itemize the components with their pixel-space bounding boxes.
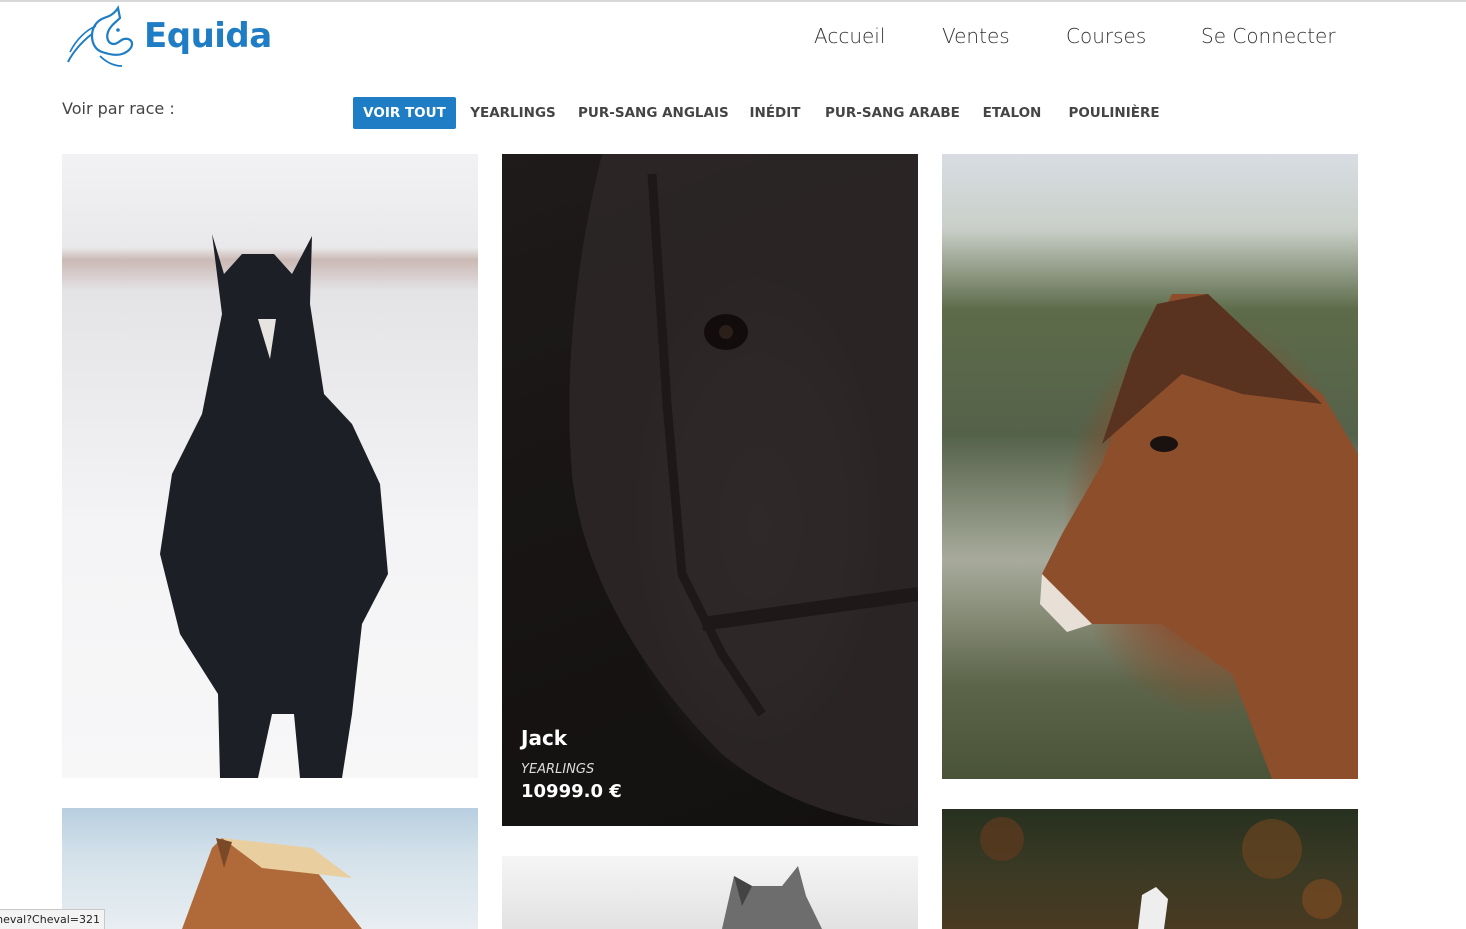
card-overlay: Jack YEARLINGS 10999.0 €	[521, 726, 622, 802]
nav-accueil[interactable]: Accueil	[814, 24, 885, 48]
horse-photo	[980, 817, 1342, 929]
filter-inedit[interactable]: INÉDIT	[745, 97, 805, 129]
horse-card[interactable]	[62, 154, 478, 778]
filter-label: Voir par race :	[62, 99, 175, 118]
filter-yearlings[interactable]: YEARLINGS	[468, 97, 558, 129]
horse-card[interactable]	[942, 154, 1358, 779]
main-nav: Accueil Ventes Courses Se Connecter	[0, 24, 1466, 52]
nav-se-connecter[interactable]: Se Connecter	[1201, 24, 1336, 48]
horse-card[interactable]	[942, 809, 1358, 929]
filter-voir-tout[interactable]: VOIR TOUT	[353, 97, 456, 129]
filter-etalon[interactable]: ETALON	[978, 97, 1046, 129]
horse-photo	[160, 234, 388, 778]
nav-courses[interactable]: Courses	[1066, 24, 1146, 48]
filter-pur-sang-anglais[interactable]: PUR-SANG ANGLAIS	[578, 97, 729, 129]
horse-card[interactable]	[502, 856, 918, 929]
horse-photo	[182, 838, 362, 929]
horse-photo	[1040, 294, 1358, 779]
horse-race: YEARLINGS	[521, 762, 595, 777]
filter-pur-sang-arabe[interactable]: PUR-SANG ARABE	[825, 97, 960, 129]
horse-name: Jack	[521, 726, 568, 750]
horse-card[interactable]	[62, 808, 478, 929]
filter-pouliniere[interactable]: POULINIÈRE	[1066, 97, 1162, 129]
horse-card-hovered[interactable]: Jack YEARLINGS 10999.0 €	[502, 154, 918, 826]
nav-ventes[interactable]: Ventes	[942, 24, 1010, 48]
top-border	[0, 0, 1466, 2]
status-bar-url: heval?Cheval=321	[0, 909, 105, 929]
horse-price: 10999.0 €	[521, 781, 622, 802]
horse-photo	[722, 866, 822, 929]
